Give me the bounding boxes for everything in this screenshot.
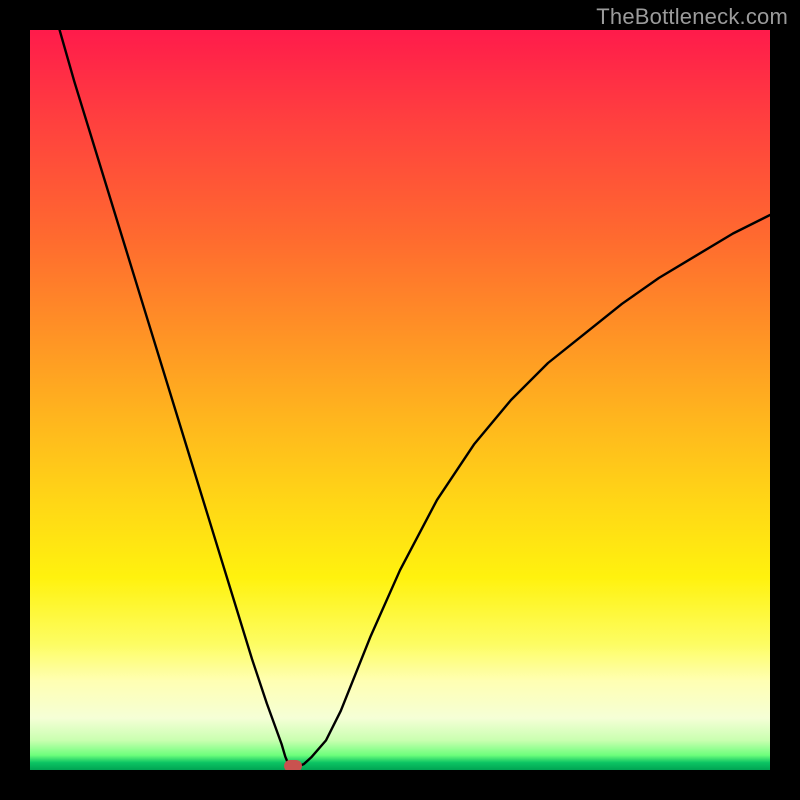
plot-area [30, 30, 770, 770]
chart-frame: TheBottleneck.com [0, 0, 800, 800]
optimum-marker [284, 760, 302, 770]
watermark-text: TheBottleneck.com [596, 4, 788, 30]
bottleneck-curve [30, 30, 770, 770]
